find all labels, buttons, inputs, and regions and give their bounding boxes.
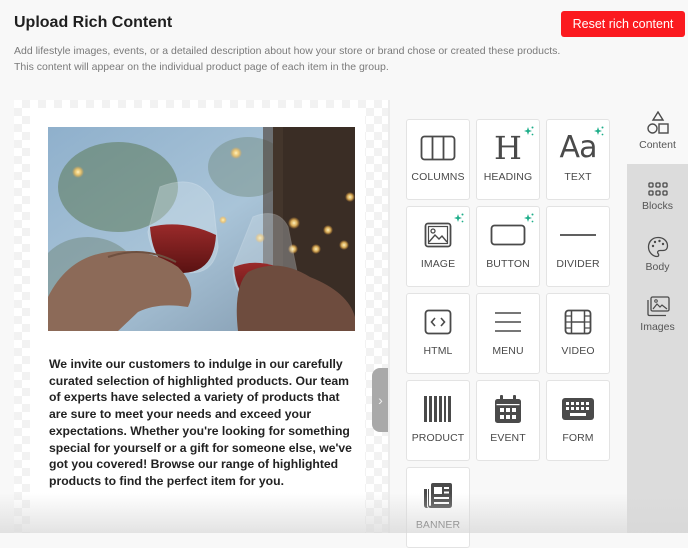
- page-title: Upload Rich Content: [14, 14, 173, 31]
- tool-product[interactable]: PRODUCT: [406, 380, 470, 461]
- tool-columns[interactable]: COLUMNS: [406, 119, 470, 200]
- palette-icon: [647, 236, 668, 258]
- content-page: We invite our customers to indulge in ou…: [30, 108, 365, 533]
- image-icon: [424, 222, 452, 248]
- barcode-icon: [424, 396, 451, 422]
- tool-label: PRODUCT: [411, 432, 465, 444]
- text-icon: Aa: [559, 130, 598, 165]
- tool-label: DIVIDER: [556, 258, 600, 270]
- page-description: Add lifestyle images, events, or a detai…: [14, 43, 560, 75]
- rail-label: Images: [640, 321, 675, 333]
- tool-video[interactable]: VIDEO: [546, 293, 610, 374]
- rail-tab-content[interactable]: Content: [627, 100, 688, 164]
- content-tools-panel: COLUMNS H HEADING Aa TEXT IMAGE BUTTON D…: [390, 100, 627, 548]
- tool-banner[interactable]: BANNER: [406, 467, 470, 548]
- reset-rich-content-button[interactable]: Reset rich content: [561, 11, 685, 37]
- tool-button[interactable]: BUTTON: [476, 206, 540, 287]
- tool-label: HTML: [423, 345, 453, 357]
- description-line-2: This content will appear on the individu…: [14, 61, 389, 73]
- heading-icon: H: [494, 129, 522, 167]
- tool-label: FORM: [562, 432, 594, 444]
- tool-label: MENU: [492, 345, 524, 357]
- tool-event[interactable]: EVENT: [476, 380, 540, 461]
- rail-label: Content: [639, 139, 676, 151]
- tool-label: EVENT: [490, 432, 526, 444]
- images-icon: [646, 296, 670, 317]
- tool-label: HEADING: [483, 171, 533, 183]
- tool-label: IMAGE: [420, 258, 456, 270]
- blocks-icon: [647, 182, 668, 196]
- columns-icon: [420, 135, 456, 161]
- keyboard-icon: [562, 398, 594, 420]
- tool-html[interactable]: HTML: [406, 293, 470, 374]
- description-line-1: Add lifestyle images, events, or a detai…: [14, 45, 561, 57]
- tool-image[interactable]: IMAGE: [406, 206, 470, 287]
- chevron-right-icon: ›: [378, 392, 383, 408]
- tool-label: COLUMNS: [411, 171, 465, 183]
- tool-text[interactable]: Aa TEXT: [546, 119, 610, 200]
- tool-label: TEXT: [564, 171, 592, 183]
- html-icon: [424, 309, 452, 335]
- wine-glasses-image: [48, 127, 355, 331]
- tool-divider[interactable]: DIVIDER: [546, 206, 610, 287]
- divider-icon: [560, 234, 596, 236]
- newspaper-icon: [424, 483, 452, 508]
- shapes-icon: [646, 111, 669, 134]
- tool-label: VIDEO: [561, 345, 595, 357]
- tool-heading[interactable]: H HEADING: [476, 119, 540, 200]
- header: Upload Rich Content Add lifestyle images…: [0, 0, 688, 100]
- menu-icon: [495, 312, 521, 332]
- tool-label: BANNER: [415, 519, 461, 531]
- hero-image[interactable]: [48, 127, 355, 331]
- tool-form[interactable]: FORM: [546, 380, 610, 461]
- rich-text-block[interactable]: We invite our customers to indulge in ou…: [49, 356, 359, 490]
- editor-side-rail: Content Blocks Body Images: [627, 100, 688, 533]
- collapse-panel-handle[interactable]: ›: [372, 368, 389, 432]
- video-icon: [564, 309, 592, 335]
- editor-canvas: We invite our customers to indulge in ou…: [14, 100, 388, 533]
- button-icon: [490, 224, 526, 246]
- tool-menu[interactable]: MENU: [476, 293, 540, 374]
- rail-tab-images[interactable]: Images: [627, 290, 688, 350]
- calendar-icon: [495, 395, 521, 423]
- rail-tab-blocks[interactable]: Blocks: [627, 170, 688, 230]
- rail-tab-body[interactable]: Body: [627, 230, 688, 290]
- rail-label: Blocks: [642, 200, 673, 212]
- tool-label: BUTTON: [486, 258, 530, 270]
- rail-label: Body: [645, 261, 670, 273]
